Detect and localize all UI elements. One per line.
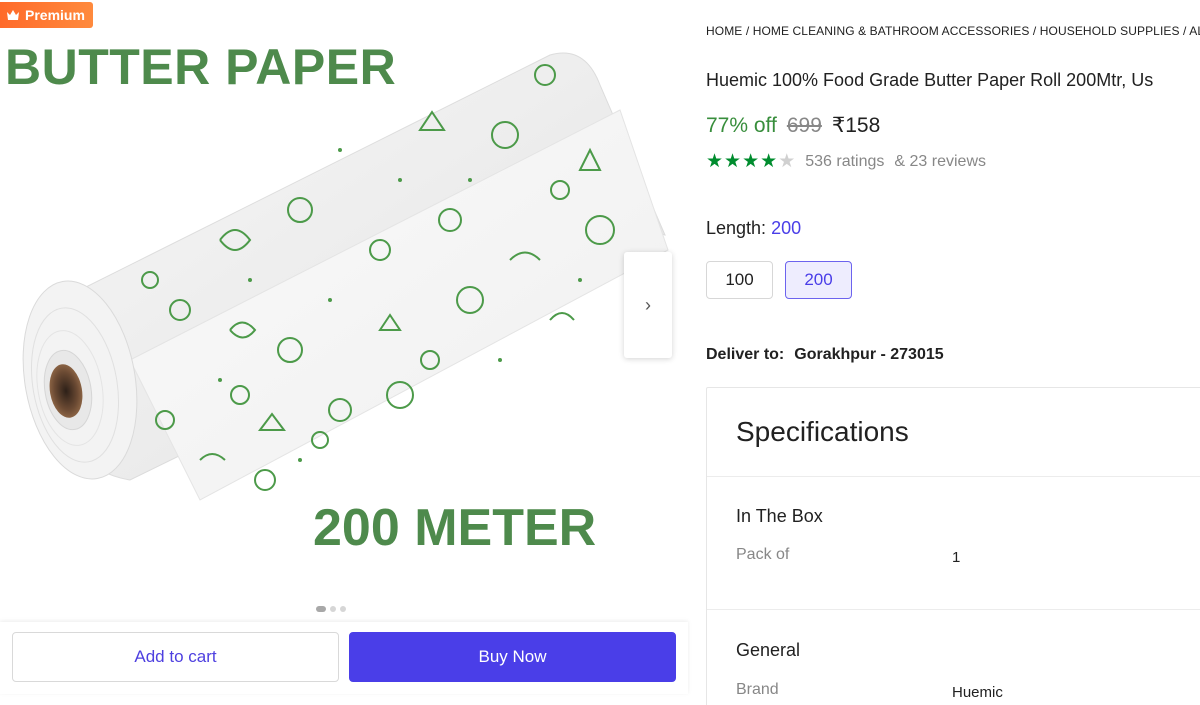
carousel-dots xyxy=(316,606,346,612)
next-image-button[interactable]: › xyxy=(624,252,672,358)
premium-badge: Premium xyxy=(0,2,93,28)
image-subline: 200 METER xyxy=(313,499,597,557)
product-title: Huemic 100% Food Grade Butter Paper Roll… xyxy=(706,70,1154,90)
spec-value: Huemic xyxy=(952,684,1003,701)
star-empty-icon: ★ xyxy=(778,151,796,172)
discount-label: 77% off xyxy=(706,114,777,137)
image-headline: BUTTER PAPER xyxy=(5,39,397,95)
length-label-text: Length: xyxy=(706,218,767,238)
star-icon: ★ xyxy=(724,151,742,172)
length-label: Length: 200 xyxy=(706,218,801,239)
spec-key: Brand xyxy=(736,681,779,698)
length-option-100[interactable]: 100 xyxy=(706,261,773,299)
star-icon: ★ xyxy=(706,151,724,172)
spec-key: Pack of xyxy=(736,546,790,563)
crown-icon xyxy=(7,10,19,20)
deliver-to-label: Deliver to: xyxy=(706,346,785,363)
divider xyxy=(707,609,1200,610)
length-options: 100 200 xyxy=(706,261,852,299)
length-option-200[interactable]: 200 xyxy=(785,261,852,299)
delivery-location[interactable]: Deliver to: Gorakhpur - 273015 xyxy=(706,346,944,364)
action-bar: Add to cart Buy Now xyxy=(0,622,688,694)
product-gallery: Premium BUTTER PAPER 200 METER › Add to … xyxy=(0,0,690,705)
carousel-dot[interactable] xyxy=(316,606,326,612)
deliver-location-value: Gorakhpur - 273015 xyxy=(794,346,944,363)
carousel-dot[interactable] xyxy=(340,606,346,612)
star-icon: ★ xyxy=(760,151,778,172)
spec-group-title: In The Box xyxy=(736,506,823,526)
product-details: HOME / HOME CLEANING & BATHROOM ACCESSOR… xyxy=(706,0,1200,705)
buy-now-button[interactable]: Buy Now xyxy=(349,632,676,682)
premium-label: Premium xyxy=(25,7,85,23)
specifications-title: Specifications xyxy=(736,416,909,447)
carousel-dot[interactable] xyxy=(330,606,336,612)
divider xyxy=(707,476,1200,477)
mrp-price: 699 xyxy=(786,114,822,137)
chevron-right-icon: › xyxy=(645,294,651,315)
ratings-count: 536 ratings xyxy=(805,152,885,170)
add-to-cart-button[interactable]: Add to cart xyxy=(12,632,339,682)
star-icon: ★ xyxy=(742,151,760,172)
spec-value: 1 xyxy=(952,549,961,566)
rating-row[interactable]: ★ ★ ★ ★ ★ 536 ratings & 23 reviews xyxy=(706,152,986,171)
star-rating: ★ ★ ★ ★ ★ xyxy=(706,152,795,171)
length-selected-value: 200 xyxy=(771,218,802,238)
selling-price: ₹158 xyxy=(831,114,881,137)
reviews-count: & 23 reviews xyxy=(894,152,986,170)
spec-group-title: General xyxy=(736,640,801,660)
breadcrumb[interactable]: HOME / HOME CLEANING & BATHROOM ACCESSOR… xyxy=(706,24,1200,38)
price-row: 77% off 699 ₹158 xyxy=(706,113,880,138)
specifications-panel: Specifications In The Box Pack of 1 Gene… xyxy=(706,387,1200,705)
